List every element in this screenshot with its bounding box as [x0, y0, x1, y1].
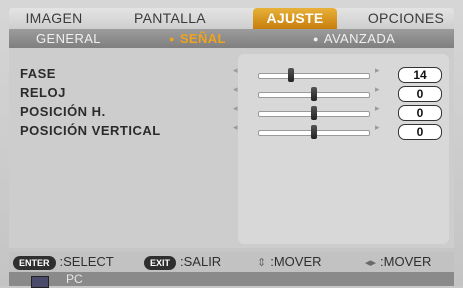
footer-exit: EXIT:SALIR: [144, 254, 221, 270]
setting-row-posicion-vertical[interactable]: POSICIÓN VERTICAL ◂ ▸ 0: [9, 122, 454, 140]
arrow-right-icon[interactable]: ▸: [375, 84, 380, 95]
slider-handle[interactable]: [311, 87, 317, 101]
sub-tab-bar: GENERAL ● SEÑAL ● AVANZADA: [9, 29, 454, 48]
exit-key-icon: EXIT: [144, 255, 177, 270]
arrow-right-icon[interactable]: ▸: [375, 65, 380, 76]
osd-menu: IMAGEN PANTALLA AJUSTE OPCIONES GENERAL …: [0, 0, 463, 288]
tab-ajuste[interactable]: AJUSTE: [253, 8, 337, 29]
left-right-arrows-icon: ◂▸: [365, 257, 377, 269]
monitor-icon: [31, 276, 49, 288]
subtab-senal-label: SEÑAL: [179, 31, 226, 46]
setting-label: POSICIÓN H.: [20, 104, 106, 119]
setting-row-fase[interactable]: FASE ◂ ▸ 14: [9, 65, 454, 83]
footer-help-bar: ENTER:SELECT EXIT:SALIR ⇕:MOVER ◂▸:MOVER: [9, 252, 454, 272]
arrow-left-icon[interactable]: ◂: [233, 122, 238, 133]
bullet-icon: ●: [169, 34, 175, 44]
source-label: PC: [66, 272, 83, 286]
up-down-arrows-icon: ⇕: [257, 257, 267, 269]
arrow-left-icon[interactable]: ◂: [233, 103, 238, 114]
slider-track[interactable]: [258, 73, 370, 79]
footer-move-h-text: :MOVER: [380, 254, 432, 269]
source-bar: PC: [9, 272, 454, 288]
setting-row-reloj[interactable]: RELOJ ◂ ▸ 0: [9, 84, 454, 102]
main-tab-bar: IMAGEN PANTALLA AJUSTE OPCIONES: [9, 8, 454, 29]
bullet-icon: ●: [313, 34, 319, 44]
setting-row-posicion-h[interactable]: POSICIÓN H. ◂ ▸ 0: [9, 103, 454, 121]
setting-value: 0: [398, 124, 442, 140]
setting-value: 14: [398, 67, 442, 83]
footer-move-horizontal: ◂▸:MOVER: [365, 254, 431, 270]
slider-handle[interactable]: [311, 106, 317, 120]
arrow-right-icon[interactable]: ▸: [375, 122, 380, 133]
tab-pantalla[interactable]: PANTALLA: [127, 8, 213, 29]
settings-panel: FASE ◂ ▸ 14 RELOJ ◂ ▸ 0 POSICIÓN H. ◂ ▸ …: [9, 48, 454, 248]
subtab-senal[interactable]: ● SEÑAL: [169, 29, 226, 48]
footer-move-v-text: :MOVER: [270, 254, 322, 269]
tab-imagen[interactable]: IMAGEN: [19, 8, 89, 29]
arrow-left-icon[interactable]: ◂: [233, 65, 238, 76]
subtab-avanzada-label: AVANZADA: [323, 31, 396, 46]
footer-exit-text: :SALIR: [180, 254, 222, 269]
arrow-right-icon[interactable]: ▸: [375, 103, 380, 114]
slider-handle[interactable]: [311, 125, 317, 139]
setting-value: 0: [398, 105, 442, 121]
footer-move-vertical: ⇕:MOVER: [257, 254, 322, 270]
footer-select-text: :SELECT: [59, 254, 114, 269]
subtab-avanzada[interactable]: ● AVANZADA: [313, 29, 395, 48]
subtab-general[interactable]: GENERAL: [36, 29, 101, 48]
slider-handle[interactable]: [288, 68, 294, 82]
enter-key-icon: ENTER: [13, 255, 56, 270]
setting-label: RELOJ: [20, 85, 66, 100]
setting-label: FASE: [20, 66, 56, 81]
setting-value: 0: [398, 86, 442, 102]
arrow-left-icon[interactable]: ◂: [233, 84, 238, 95]
footer-select: ENTER:SELECT: [13, 254, 114, 270]
setting-label: POSICIÓN VERTICAL: [20, 123, 161, 138]
tab-opciones[interactable]: OPCIONES: [363, 8, 449, 29]
